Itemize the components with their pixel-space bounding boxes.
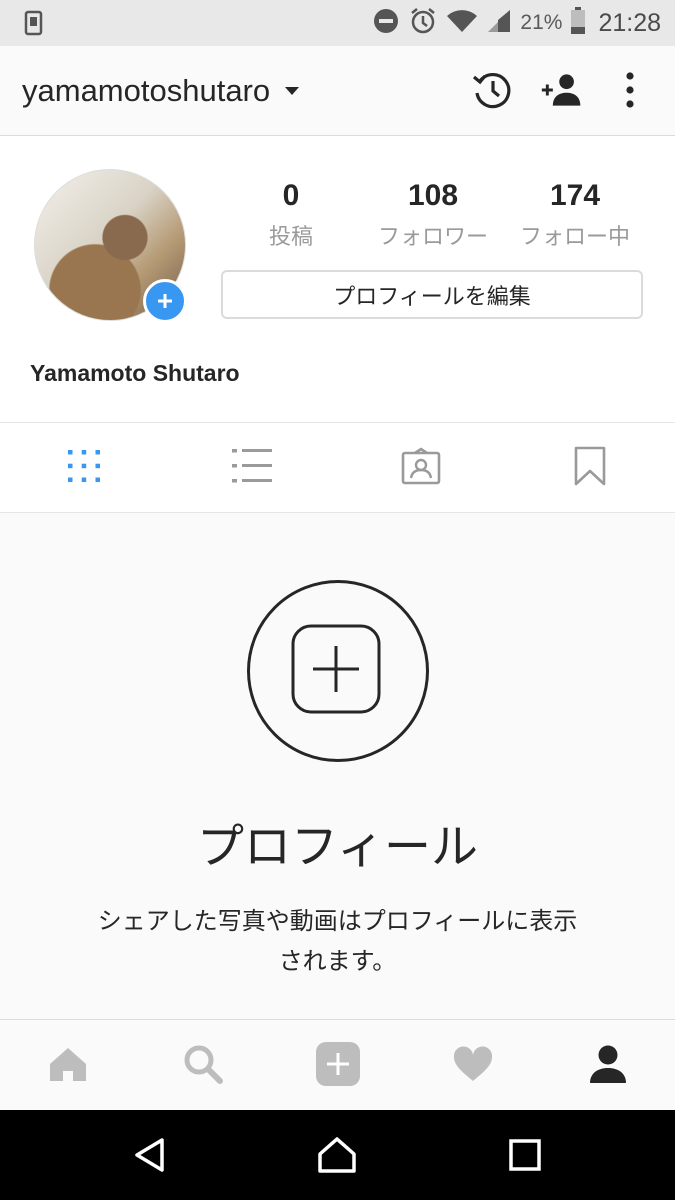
more-vertical-icon[interactable] — [608, 68, 652, 112]
nav-home[interactable] — [0, 1020, 135, 1111]
top-bar: yamamotoshutaro — [0, 46, 675, 136]
full-name: Yamamoto Shutaro — [30, 360, 240, 386]
signal-icon — [486, 8, 512, 38]
empty-state-description-line2: されます。 — [278, 947, 397, 975]
add-icon — [315, 1041, 361, 1091]
do-not-disturb-icon — [372, 7, 400, 39]
battery-percent: 21% — [520, 11, 563, 34]
add-post-icon[interactable] — [247, 580, 429, 762]
followers-count: 108 — [407, 179, 459, 212]
empty-state-description: シェアした写真や動画はプロフィールに表示 されます。 — [60, 901, 615, 981]
tab-list[interactable] — [168, 423, 336, 512]
heart-icon — [453, 1045, 493, 1086]
empty-state-description-line1: シェアした写真や動画はプロフィールに表示 — [97, 907, 578, 935]
home-icon — [48, 1046, 88, 1086]
profile-header: 0 投稿 108 フォロワー 174 フォロー中 プロフィールを編集 Yamam… — [0, 136, 675, 423]
tab-saved[interactable] — [506, 423, 674, 512]
history-icon[interactable] — [470, 68, 514, 112]
chevron-down-icon — [284, 81, 300, 100]
edit-profile-button[interactable]: プロフィールを編集 — [221, 270, 643, 319]
tagged-icon — [401, 446, 441, 489]
status-icons: 21% 21:28 — [372, 0, 661, 46]
tab-grid[interactable] — [0, 423, 168, 512]
nav-search[interactable] — [135, 1020, 270, 1111]
stat-following[interactable]: 174 フォロー中 — [506, 176, 644, 256]
grid-icon — [67, 449, 101, 487]
back-icon[interactable] — [120, 1130, 180, 1180]
list-icon — [232, 448, 272, 488]
nav-add[interactable] — [270, 1020, 405, 1111]
following-count: 174 — [549, 179, 601, 212]
system-navigation-bar — [0, 1110, 675, 1200]
home-nav-icon[interactable] — [307, 1130, 367, 1180]
wifi-icon — [446, 8, 478, 38]
screenshot-notification-icon — [24, 10, 44, 40]
username: yamamotoshutaro — [22, 72, 271, 108]
profile-view-tabs — [0, 423, 675, 513]
add-story-icon[interactable] — [143, 279, 187, 323]
search-icon — [183, 1044, 223, 1088]
tab-tagged[interactable] — [337, 423, 505, 512]
empty-state-title: プロフィール — [196, 820, 479, 875]
status-time: 21:28 — [598, 8, 661, 37]
following-label: フォロー中 — [519, 225, 630, 250]
alarm-icon — [408, 6, 438, 40]
add-person-icon[interactable] — [540, 68, 584, 112]
recents-icon[interactable] — [495, 1130, 555, 1180]
battery-icon — [570, 7, 586, 39]
profile-icon — [588, 1044, 628, 1088]
followers-label: フォロワー — [377, 225, 488, 250]
bottom-navigation — [0, 1019, 675, 1111]
empty-state: プロフィール シェアした写真や動画はプロフィールに表示 されます。 — [0, 513, 675, 1019]
nav-activity[interactable] — [405, 1020, 540, 1111]
account-switcher[interactable]: yamamotoshutaro — [22, 46, 300, 135]
status-bar: 21% 21:28 — [0, 0, 675, 46]
posts-count: 0 — [282, 179, 300, 212]
bookmark-icon — [574, 446, 606, 490]
stat-posts[interactable]: 0 投稿 — [250, 176, 332, 256]
posts-label: 投稿 — [268, 225, 313, 250]
stat-followers[interactable]: 108 フォロワー — [364, 176, 502, 256]
nav-profile[interactable] — [540, 1020, 675, 1111]
